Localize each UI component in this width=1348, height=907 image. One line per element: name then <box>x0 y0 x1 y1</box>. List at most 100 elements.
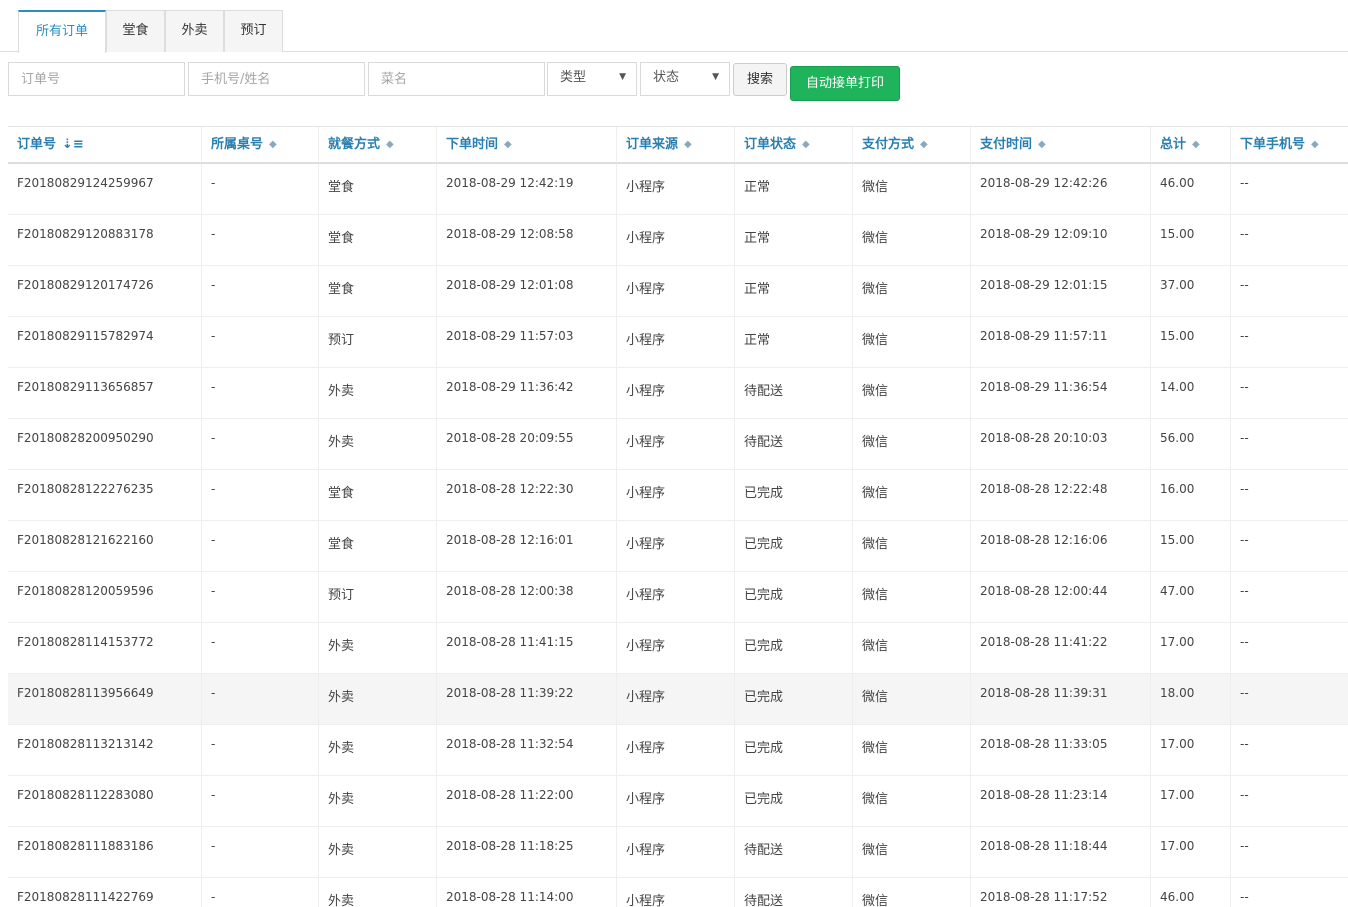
cell-payment-time: 2018-08-28 11:39:31 <box>970 674 1150 724</box>
order-number-input[interactable] <box>8 62 185 96</box>
cell-order-status: 正常 <box>734 317 852 367</box>
sort-icon: ◆ <box>1311 139 1319 150</box>
dish-name-input[interactable] <box>368 62 545 96</box>
table-row[interactable]: F20180828113213142 - 外卖 2018-08-28 11:32:54… <box>8 725 1348 776</box>
cell-payment-time: 2018-08-29 12:09:10 <box>970 215 1150 265</box>
sort-icon: ◆ <box>386 139 394 150</box>
table-row[interactable]: F20180829113656857 - 外卖 2018-08-29 11:36:42… <box>8 368 1348 419</box>
sort-icon: ◆ <box>920 139 928 150</box>
cell-dining-mode: 外卖 <box>318 368 436 418</box>
cell-order-no: F20180828114153772 <box>17 635 154 649</box>
cell-total: 17.00 <box>1150 623 1230 673</box>
cell-order-source: 小程序 <box>616 266 734 316</box>
tab-dine-in[interactable]: 堂食 <box>106 10 165 52</box>
cell-payment-method: 微信 <box>852 419 970 469</box>
cell-phone: -- <box>1230 470 1348 520</box>
cell-total: 16.00 <box>1150 470 1230 520</box>
cell-total: 17.00 <box>1150 725 1230 775</box>
column-header-label: 就餐方式 <box>328 137 381 152</box>
column-header-order-status[interactable]: 订单状态 ◆ <box>734 127 852 163</box>
cell-dining-mode: 外卖 <box>318 623 436 673</box>
table-row[interactable]: F20180828114153772 - 外卖 2018-08-28 11:41:15… <box>8 623 1348 674</box>
cell-payment-method: 微信 <box>852 776 970 826</box>
cell-order-status: 已完成 <box>734 776 852 826</box>
table-row[interactable]: F20180828121622160 - 堂食 2018-08-28 12:16:01… <box>8 521 1348 572</box>
cell-table-no: - <box>201 215 318 265</box>
cell-dining-mode: 堂食 <box>318 470 436 520</box>
cell-phone: -- <box>1230 623 1348 673</box>
cell-table-no: - <box>201 419 318 469</box>
cell-order-status: 已完成 <box>734 470 852 520</box>
cell-dining-mode: 外卖 <box>318 776 436 826</box>
cell-payment-time: 2018-08-28 11:17:52 <box>970 878 1150 907</box>
table-row[interactable]: F20180828111422769 - 外卖 2018-08-28 11:14:00… <box>8 878 1348 907</box>
cell-table-no: - <box>201 368 318 418</box>
cell-phone: -- <box>1230 776 1348 826</box>
cell-order-time: 2018-08-28 20:09:55 <box>436 419 616 469</box>
type-select[interactable]: 类型 ▼ <box>547 62 637 96</box>
column-header-payment-method[interactable]: 支付方式 ◆ <box>852 127 970 163</box>
table-row[interactable]: F20180829124259967 - 堂食 2018-08-29 12:42:19… <box>8 164 1348 215</box>
sort-icon: ◆ <box>269 139 277 150</box>
cell-order-source: 小程序 <box>616 317 734 367</box>
column-header-table-no[interactable]: 所属桌号 ◆ <box>201 127 318 163</box>
sort-icon: ◆ <box>1192 139 1200 150</box>
cell-payment-time: 2018-08-29 12:01:15 <box>970 266 1150 316</box>
column-header-phone[interactable]: 下单手机号 ◆ <box>1230 127 1348 163</box>
cell-total: 17.00 <box>1150 776 1230 826</box>
search-button[interactable]: 搜索 <box>733 63 787 96</box>
cell-order-status: 待配送 <box>734 368 852 418</box>
cell-table-no: - <box>201 878 318 907</box>
cell-order-no: F20180828121622160 <box>17 533 154 547</box>
column-header-order-no[interactable]: 订单号 ⇣≡ <box>8 127 201 163</box>
column-header-label: 订单号 <box>17 137 57 152</box>
cell-order-time: 2018-08-28 12:22:30 <box>436 470 616 520</box>
table-row[interactable]: F20180829115782974 - 预订 2018-08-29 11:57:03… <box>8 317 1348 368</box>
tab-takeout[interactable]: 外卖 <box>165 10 224 52</box>
cell-table-no: - <box>201 827 318 877</box>
table-row[interactable]: F20180828111883186 - 外卖 2018-08-28 11:18:25… <box>8 827 1348 878</box>
cell-order-source: 小程序 <box>616 419 734 469</box>
cell-payment-method: 微信 <box>852 368 970 418</box>
cell-dining-mode: 堂食 <box>318 215 436 265</box>
cell-table-no: - <box>201 623 318 673</box>
phone-name-input[interactable] <box>188 62 365 96</box>
auto-accept-print-button[interactable]: 自动接单打印 <box>790 66 900 101</box>
tab-all-orders[interactable]: 所有订单 <box>18 10 106 53</box>
order-tabs: 所有订单 堂食 外卖 预订 <box>0 0 1348 53</box>
cell-order-source: 小程序 <box>616 572 734 622</box>
tab-reservation[interactable]: 预订 <box>224 10 283 52</box>
cell-phone: -- <box>1230 878 1348 907</box>
cell-order-time: 2018-08-28 11:18:25 <box>436 827 616 877</box>
table-row[interactable]: F20180828113956649 - 外卖 2018-08-28 11:39:22… <box>8 674 1348 725</box>
table-row[interactable]: F20180829120174726 - 堂食 2018-08-29 12:01:08… <box>8 266 1348 317</box>
cell-order-no: F20180828113956649 <box>17 686 154 700</box>
cell-table-no: - <box>201 470 318 520</box>
column-header-order-time[interactable]: 下单时间 ◆ <box>436 127 616 163</box>
cell-order-time: 2018-08-28 12:00:38 <box>436 572 616 622</box>
cell-phone: -- <box>1230 725 1348 775</box>
cell-order-source: 小程序 <box>616 725 734 775</box>
table-row[interactable]: F20180828122276235 - 堂食 2018-08-28 12:22:30… <box>8 470 1348 521</box>
cell-table-no: - <box>201 776 318 826</box>
column-header-total[interactable]: 总计 ◆ <box>1150 127 1230 163</box>
cell-order-time: 2018-08-28 12:16:01 <box>436 521 616 571</box>
cell-order-no: F20180829120883178 <box>17 227 154 241</box>
table-row[interactable]: F20180829120883178 - 堂食 2018-08-29 12:08:58… <box>8 215 1348 266</box>
cell-order-status: 已完成 <box>734 572 852 622</box>
table-row[interactable]: F20180828112283080 - 外卖 2018-08-28 11:22:00… <box>8 776 1348 827</box>
column-header-payment-time[interactable]: 支付时间 ◆ <box>970 127 1150 163</box>
status-select[interactable]: 状态 ▼ <box>640 62 730 96</box>
column-header-order-source[interactable]: 订单来源 ◆ <box>616 127 734 163</box>
sort-icon: ◆ <box>802 139 810 150</box>
cell-order-time: 2018-08-28 11:39:22 <box>436 674 616 724</box>
table-row[interactable]: F20180828120059596 - 预订 2018-08-28 12:00:38… <box>8 572 1348 623</box>
cell-phone: -- <box>1230 317 1348 367</box>
table-row[interactable]: F20180828200950290 - 外卖 2018-08-28 20:09:55… <box>8 419 1348 470</box>
orders-table: 订单号 ⇣≡ 所属桌号 ◆ 就餐方式 ◆ 下单时间 ◆ 订单来源 ◆ 订单状态 ◆ 支付方式… <box>8 126 1348 907</box>
column-header-dining-mode[interactable]: 就餐方式 ◆ <box>318 127 436 163</box>
cell-order-time: 2018-08-29 11:36:42 <box>436 368 616 418</box>
cell-payment-time: 2018-08-28 11:18:44 <box>970 827 1150 877</box>
cell-order-status: 已完成 <box>734 623 852 673</box>
cell-dining-mode: 预订 <box>318 317 436 367</box>
